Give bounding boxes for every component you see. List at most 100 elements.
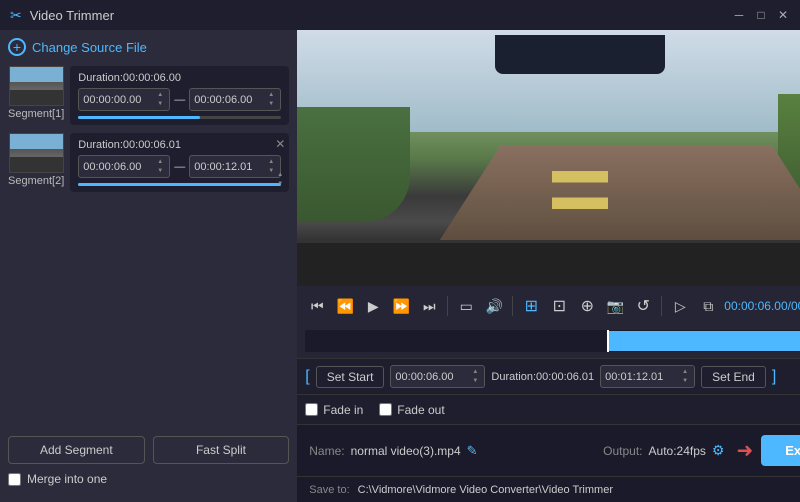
separator-3 (661, 296, 662, 316)
segment-controls: Duration:00:00:06.00 ▲ ▼ — (70, 66, 289, 125)
fade-in-checkbox[interactable] (305, 403, 318, 416)
add-icon: + (8, 38, 26, 56)
left-panel: + Change Source File Segment[1] Duration… (0, 30, 297, 502)
segment-label: Segment[1] (8, 108, 64, 120)
start-time-field-input[interactable] (395, 371, 470, 383)
start-time-down[interactable]: ▼ (470, 377, 480, 385)
maximize-button[interactable]: □ (754, 8, 768, 22)
duration-label: Duration:00:00:06.01 (491, 371, 594, 383)
segment-progress-bar (78, 116, 281, 119)
forward-button[interactable]: ⏩ (389, 294, 413, 318)
rewind-button[interactable]: ⏪ (333, 294, 357, 318)
set-points-row: [ Set Start ▲ ▼ Duration:00:00:06.01 ▲ ▼… (297, 358, 800, 394)
output-label: Output: (603, 444, 642, 458)
fade-row: Fade in Fade out (297, 394, 800, 424)
minimize-button[interactable]: ─ (732, 8, 746, 22)
close-button[interactable]: ✕ (776, 8, 790, 22)
add-segment-button[interactable]: Add Segment (8, 436, 145, 464)
timeline-track[interactable] (305, 330, 800, 352)
save-row: Save to: C:\Vidmore\Vidmore Video Conver… (297, 476, 800, 502)
save-to-label: Save to: (309, 484, 349, 496)
time-spinner: ▲ ▼ (155, 91, 165, 108)
save-path-value: C:\Vidmore\Vidmore Video Converter\Video… (358, 484, 800, 496)
start-time-up[interactable]: ▲ (470, 368, 480, 376)
skip-start-button[interactable]: ⏮ (305, 294, 329, 318)
start-time-field: ▲ ▼ (390, 365, 485, 388)
skip-end-button[interactable]: ⏭ (417, 294, 441, 318)
fade-out-item: Fade out (379, 403, 444, 417)
segment-progress-fill-2 (78, 183, 281, 186)
spin-down-2[interactable]: ▼ (266, 100, 276, 108)
change-source-label: Change Source File (32, 40, 147, 55)
merge-checkbox[interactable] (8, 473, 21, 486)
spin-up-4[interactable]: ▲ (266, 158, 276, 166)
timeline-segment-fill (607, 331, 800, 351)
segment-arrow-up[interactable]: ▲ (275, 171, 285, 179)
camera-button[interactable]: 📷 (603, 294, 627, 318)
bracket-right: ] (772, 368, 776, 386)
start-time-input[interactable] (83, 94, 155, 106)
bottom-left: Add Segment Fast Split Merge into one (8, 428, 289, 494)
add-segment-ctrl-button[interactable]: ⊕ (575, 294, 599, 318)
set-end-button[interactable]: Set End (701, 366, 766, 388)
play-button[interactable]: ▶ (361, 294, 385, 318)
segment-controls-2: ✕ ▲ ▼ Duration:00:00:06.01 ▲ ▼ (70, 133, 289, 192)
start-time-input-group-2: ▲ ▼ (78, 155, 170, 178)
output-settings-button[interactable]: ⚙ (712, 442, 725, 459)
end-time-up[interactable]: ▲ (680, 368, 690, 376)
segment-item-2: Segment[2] ✕ ▲ ▼ Duration:00:00:06.01 ▲ (8, 133, 289, 192)
segment-duration-2: Duration:00:00:06.01 (78, 139, 281, 151)
volume-button[interactable]: 🔊 (482, 294, 506, 318)
end-time-input[interactable] (194, 94, 266, 106)
time-inputs: ▲ ▼ — ▲ ▼ (78, 88, 281, 111)
name-label: Name: (309, 444, 344, 458)
end-time-input-group: ▲ ▼ (189, 88, 281, 111)
time-spinner-3: ▲ ▼ (155, 158, 165, 175)
fade-out-checkbox[interactable] (379, 403, 392, 416)
end-time-down[interactable]: ▼ (680, 377, 690, 385)
end-time-field: ▲ ▼ (600, 365, 695, 388)
segment-buttons: Add Segment Fast Split (8, 436, 289, 464)
segment-arrows: ▲ ▼ (275, 171, 285, 188)
spin-up-3[interactable]: ▲ (155, 158, 165, 166)
rotate-button[interactable]: ↺ (631, 294, 655, 318)
segment-arrow-down[interactable]: ▼ (275, 180, 285, 188)
spin-up[interactable]: ▲ (155, 91, 165, 99)
spin-up-2[interactable]: ▲ (266, 91, 276, 99)
loop-button[interactable]: ⊞ (519, 294, 543, 318)
window-controls: ─ □ ✕ (732, 8, 790, 22)
app-title: Video Trimmer (30, 8, 114, 23)
change-source-button[interactable]: + Change Source File (8, 38, 289, 56)
main-container: + Change Source File Segment[1] Duration… (0, 30, 800, 502)
end-time-input-2[interactable] (194, 161, 266, 173)
bottom-bar: Name: normal video(3).mp4 ✎ Output: Auto… (297, 424, 800, 476)
start-time-input-2[interactable] (83, 161, 155, 173)
end-time-input-group-2: ▲ ▼ (189, 155, 281, 178)
clip-button[interactable]: ⧉ (696, 294, 720, 318)
spin-down-3[interactable]: ▼ (155, 167, 165, 175)
segment-item: Segment[1] Duration:00:00:06.00 ▲ ▼ — (8, 66, 289, 125)
play-segment-button[interactable]: ▷ (668, 294, 692, 318)
app-icon: ✂ (10, 7, 22, 24)
timeline-marker (607, 330, 609, 352)
output-section: Output: Auto:24fps ⚙ (603, 442, 724, 459)
fade-out-label: Fade out (397, 403, 444, 417)
crop-button[interactable]: ▭ (454, 294, 478, 318)
video-preview (297, 30, 800, 286)
timeline-area[interactable] (297, 326, 800, 358)
merge-label: Merge into one (27, 472, 107, 486)
start-time-input-group: ▲ ▼ (78, 88, 170, 111)
spin-down[interactable]: ▼ (155, 100, 165, 108)
time-display: 00:00:06.00/00:00:12.01 (724, 299, 800, 313)
segment-close-button[interactable]: ✕ (275, 137, 285, 151)
video-frame (297, 30, 800, 286)
title-bar: ✂ Video Trimmer ─ □ ✕ (0, 0, 800, 30)
export-button[interactable]: Export (761, 435, 800, 466)
split-button[interactable]: ⊡ (547, 294, 571, 318)
segment-progress-bar-2 (78, 183, 281, 186)
edit-filename-button[interactable]: ✎ (467, 443, 478, 459)
set-start-button[interactable]: Set Start (316, 366, 385, 388)
fast-split-button[interactable]: Fast Split (153, 436, 290, 464)
end-time-field-input[interactable] (605, 371, 680, 383)
segment-thumbnail-2 (9, 133, 64, 173)
